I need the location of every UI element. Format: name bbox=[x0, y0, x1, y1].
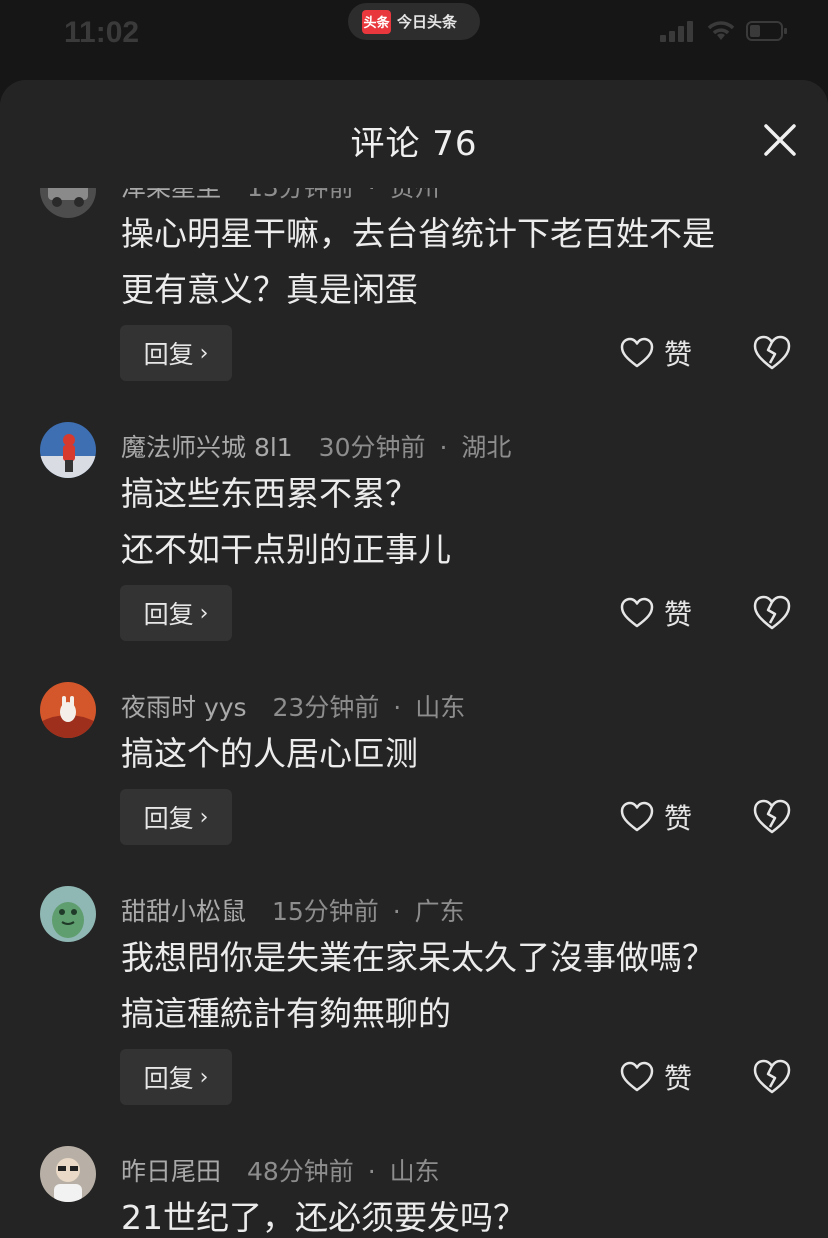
reply-label: 回复 bbox=[143, 600, 194, 629]
toutiao-logo-icon: 头条 bbox=[362, 9, 391, 34]
broken-heart-icon bbox=[753, 335, 791, 370]
like-button[interactable]: 赞 bbox=[620, 585, 692, 641]
like-label: 赞 bbox=[664, 598, 693, 631]
heart-icon bbox=[620, 597, 654, 628]
broken-heart-icon bbox=[753, 595, 791, 630]
username[interactable]: 魔法师兴城 8l1 bbox=[121, 433, 293, 462]
avatar[interactable] bbox=[40, 682, 96, 738]
like-button[interactable]: 赞 bbox=[620, 325, 692, 381]
comment-text: 21世纪了，还必须要发吗？ bbox=[121, 1198, 526, 1237]
chevron-right-icon: › bbox=[199, 340, 209, 366]
username[interactable]: 甜甜小松鼠 bbox=[121, 897, 246, 926]
reply-label: 回复 bbox=[143, 1064, 194, 1093]
comment-text: 搞这些东西累不累？ 还不如干点别的正事儿 bbox=[121, 474, 451, 569]
avatar[interactable] bbox=[40, 1146, 96, 1202]
heart-icon bbox=[620, 337, 654, 368]
app-indicator-pill[interactable]: 头条 今日头条 bbox=[348, 3, 480, 40]
status-time: 11:02 bbox=[64, 16, 140, 49]
username[interactable]: 夜雨时 yys bbox=[121, 693, 247, 722]
comment-time: 48分钟前 bbox=[246, 1157, 354, 1186]
status-bar: 11:02 头条 今日头条 bbox=[0, 0, 828, 80]
system-icons bbox=[660, 20, 788, 42]
reply-label: 回复 bbox=[143, 804, 194, 833]
chevron-right-icon: › bbox=[199, 1064, 209, 1090]
heart-icon bbox=[620, 1061, 654, 1092]
username[interactable]: 昨日尾田 bbox=[121, 1157, 221, 1186]
comment-location: 山东 bbox=[389, 1157, 440, 1186]
comment-meta: 魔法师兴城 8l1 30分钟前 · 湖北 bbox=[121, 433, 512, 462]
comment-text: 操心明星干嘛，去台省统计下老百姓不是 更有意义？真是闲蛋 bbox=[121, 214, 715, 309]
reply-button[interactable]: 回复 › bbox=[120, 1049, 232, 1105]
comment-meta: 昨日尾田 48分钟前 · 山东 bbox=[121, 1157, 440, 1186]
wifi-icon bbox=[707, 21, 735, 40]
like-button[interactable]: 赞 bbox=[620, 789, 692, 845]
like-label: 赞 bbox=[664, 802, 693, 835]
avatar[interactable] bbox=[40, 422, 96, 478]
comment-time: 30分钟前 bbox=[318, 433, 426, 462]
comment-time: 23分钟前 bbox=[272, 693, 380, 722]
broken-heart-icon bbox=[753, 1059, 791, 1094]
app-name: 今日头条 bbox=[397, 13, 458, 31]
chevron-right-icon: › bbox=[199, 600, 209, 626]
comment-text: 我想問你是失業在家呆太久了沒事做嗎？ 搞這種統計有夠無聊的 bbox=[121, 938, 715, 1033]
like-label: 赞 bbox=[664, 338, 693, 371]
dislike-button[interactable] bbox=[752, 593, 792, 633]
comment-location: 山东 bbox=[415, 693, 466, 722]
battery-icon bbox=[746, 21, 787, 41]
reply-button[interactable]: 回复 › bbox=[120, 325, 232, 381]
comment-meta: 甜甜小松鼠 15分钟前 · 广东 bbox=[121, 897, 465, 926]
dislike-button[interactable] bbox=[752, 1057, 792, 1097]
comment-location: 湖北 bbox=[461, 433, 512, 462]
comments-title: 评论 76 bbox=[350, 124, 478, 164]
comment-time: 15分钟前 bbox=[271, 897, 379, 926]
reply-button[interactable]: 回复 › bbox=[120, 585, 232, 641]
heart-icon bbox=[620, 801, 654, 832]
comment-text: 搞这个的人居心叵测 bbox=[121, 734, 418, 773]
like-button[interactable]: 赞 bbox=[620, 1049, 692, 1105]
close-button[interactable] bbox=[762, 122, 798, 158]
chevron-right-icon: › bbox=[199, 804, 209, 830]
sheet-header: 评论 76 bbox=[0, 80, 828, 188]
avatar[interactable] bbox=[40, 886, 96, 942]
close-icon bbox=[764, 124, 796, 156]
dislike-button[interactable] bbox=[752, 333, 792, 373]
dislike-button[interactable] bbox=[752, 797, 792, 837]
like-label: 赞 bbox=[664, 1062, 693, 1095]
comment-sheet: 泽莱星尘 13分钟前 · 贵州 操心明星干嘛，去台省统计下老百姓不是 更有意义？… bbox=[0, 80, 828, 1238]
comment-location: 广东 bbox=[414, 897, 465, 926]
broken-heart-icon bbox=[753, 799, 791, 834]
signal-icon bbox=[660, 21, 693, 42]
comment-meta: 夜雨时 yys 23分钟前 · 山东 bbox=[121, 693, 466, 722]
reply-button[interactable]: 回复 › bbox=[120, 789, 232, 845]
reply-label: 回复 bbox=[143, 340, 194, 369]
